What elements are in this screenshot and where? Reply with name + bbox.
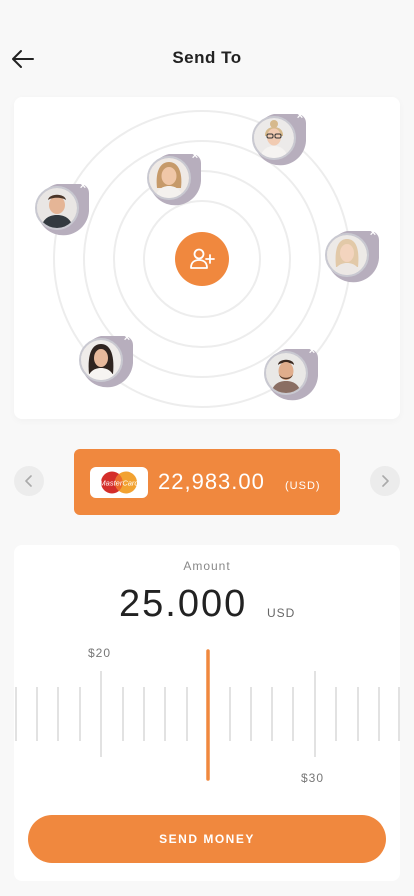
avatar <box>79 338 123 382</box>
avatar <box>147 156 191 200</box>
close-icon[interactable]: × <box>306 345 318 357</box>
chevron-right-icon <box>382 475 389 487</box>
send-money-button[interactable]: SEND MONEY <box>28 815 386 863</box>
contacts-radar: × × × × × × <box>14 97 400 419</box>
card-currency: (USD) <box>285 480 321 492</box>
avatar <box>252 116 296 160</box>
amount-unit: USD <box>267 606 296 620</box>
close-icon[interactable]: × <box>294 110 306 122</box>
selected-card[interactable]: MasterCard 22,983.00 (USD) <box>74 449 340 515</box>
add-user-icon <box>190 248 215 269</box>
prev-card-button[interactable] <box>14 466 44 496</box>
amount-ruler[interactable] <box>14 645 400 785</box>
contact-avatar[interactable]: × <box>322 224 382 284</box>
add-contact-button[interactable] <box>175 232 229 286</box>
contact-avatar[interactable]: × <box>76 329 136 389</box>
card-balance: 22,983.00 <box>158 469 265 494</box>
contact-avatar[interactable]: × <box>261 342 321 402</box>
chevron-left-icon <box>25 475 32 487</box>
contact-avatar[interactable]: × <box>249 107 309 167</box>
avatar <box>264 351 308 395</box>
contact-avatar[interactable]: × <box>32 177 92 237</box>
contact-avatar[interactable]: × <box>144 147 204 207</box>
close-icon[interactable]: × <box>367 227 379 239</box>
close-icon[interactable]: × <box>77 180 89 192</box>
mastercard-logo: MasterCard <box>90 467 148 498</box>
page-title: Send To <box>172 48 242 67</box>
avatar <box>325 233 369 277</box>
amount-value: 25.000 <box>119 583 248 625</box>
avatar <box>35 186 79 230</box>
close-icon[interactable]: × <box>121 332 133 344</box>
svg-text:MasterCard: MasterCard <box>99 479 139 488</box>
close-icon[interactable]: × <box>189 150 201 162</box>
amount-label: Amount <box>183 559 231 573</box>
next-card-button[interactable] <box>370 466 400 496</box>
